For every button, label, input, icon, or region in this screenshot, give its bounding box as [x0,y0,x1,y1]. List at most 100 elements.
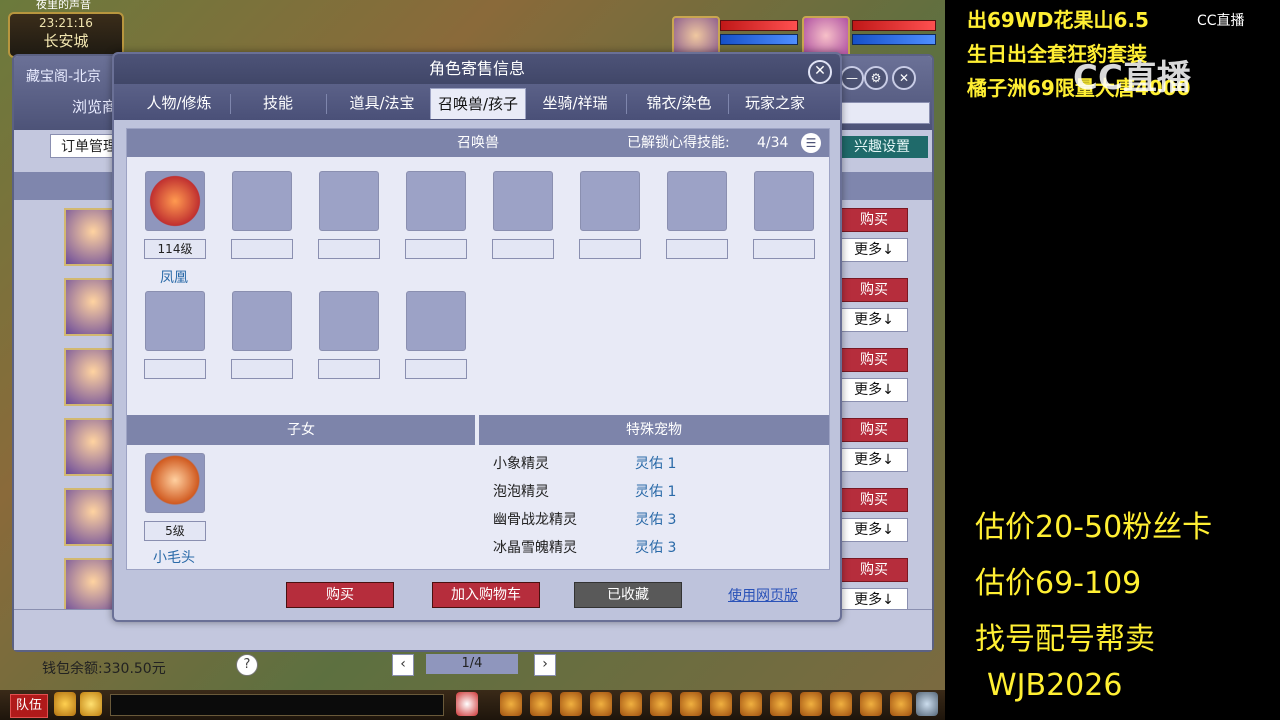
pet-slot-label [231,359,293,379]
row-buy-button[interactable]: 购买 [840,558,908,582]
pet-slot-empty [406,291,466,351]
row-buy-button[interactable]: 购买 [840,488,908,512]
tab-separator [626,94,627,114]
pet-slot-empty [232,171,292,231]
game-taskbar: 队伍 [0,690,945,720]
pet-hp-bar [720,20,798,31]
add-to-cart-button[interactable]: 加入购物车 [432,582,540,608]
guild-icon[interactable] [680,692,702,716]
row-buy-button[interactable]: 购买 [840,278,908,302]
gear-icon[interactable]: ⚙ [864,66,888,90]
child-avatar[interactable] [145,453,205,513]
row-more-button[interactable]: 更多↓ [840,238,908,262]
pet-slot-label [318,359,380,379]
special-pet-name: 泡泡精灵 [493,484,549,500]
gift-icon[interactable] [770,692,792,716]
search-input[interactable] [840,102,930,124]
mail-icon[interactable] [710,692,732,716]
dialog-title: 角色寄售信息 [114,54,840,88]
team-icon[interactable] [590,692,612,716]
pets-header: 召唤兽 已解锁心得技能: 4/34 ☰ [127,129,829,157]
pet-slot-empty [406,171,466,231]
settings-icon[interactable] [916,692,938,716]
tab-separator [728,94,729,114]
unlocked-skills-label: 已解锁心得技能: [627,135,730,151]
clock-city: 长安城 [43,32,89,50]
pet-slot-label [405,359,467,379]
interest-settings-button[interactable]: 兴趣设置 [836,136,928,158]
minimize-icon[interactable]: — [840,66,864,90]
tab-mounts[interactable]: 坐骑/祥瑞 [528,88,622,118]
tab-skills[interactable]: 技能 [238,88,318,118]
game-clock: 23:21:16 长安城 [8,12,124,58]
children-header: 子女 [127,415,475,445]
close-icon[interactable]: ✕ [892,66,916,90]
system-icon[interactable] [890,692,912,716]
tab-pets-children[interactable]: 召唤兽/孩子 [430,88,526,119]
shop-icon[interactable] [740,692,762,716]
pet-slot-label [579,239,641,259]
mascot-icon[interactable] [456,692,478,716]
chat-input[interactable] [110,694,444,716]
pet-name[interactable]: 凤凰 [144,267,204,287]
row-buy-button[interactable]: 购买 [840,418,908,442]
stream-overlay: 出69WD花果山6.5 生日出全套狂豹套装 橘子洲69限量大唐4000 CC直播… [945,0,1280,720]
favorited-button[interactable]: 已收藏 [574,582,682,608]
special-pet-value: 灵佑 3 [635,540,677,556]
bg-window-title: 藏宝阁-北京 [26,69,102,85]
microphone-icon[interactable] [54,692,76,716]
row-more-button[interactable]: 更多↓ [840,378,908,402]
overlay-service-line: 找号配号帮卖 [975,622,1155,657]
pet-slot-phoenix[interactable] [145,171,205,231]
next-page-button[interactable]: › [534,654,556,676]
cc-live-logo: CC直播 [1197,13,1245,29]
row-buy-button[interactable]: 购买 [840,208,908,232]
chat-icon[interactable] [80,692,102,716]
row-buy-button[interactable]: 购买 [840,348,908,372]
player-mp-bar [852,34,936,45]
pet-level: 114级 [144,239,206,259]
pet-slot-empty [580,171,640,231]
tab-items[interactable]: 道具/法宝 [334,88,430,118]
game-viewport: 夜里的声音 23:21:16 长安城 藏宝阁-北京 浏览商 — ⚙ ✕ 订单管理… [0,0,945,720]
tab-outfits[interactable]: 锦衣/染色 [632,88,726,118]
tab-player-home[interactable]: 玩家之家 [732,88,818,118]
pet-slot-label [753,239,815,259]
row-more-button[interactable]: 更多↓ [840,518,908,542]
role-sale-info-dialog: 角色寄售信息 ✕ 人物/修炼 技能 道具/法宝 召唤兽/孩子 坐骑/祥瑞 锦衣/… [112,52,842,622]
row-more-button[interactable]: 更多↓ [840,308,908,332]
help-icon[interactable]: ? [236,654,258,676]
tab-character[interactable]: 人物/修炼 [134,88,224,118]
pet-slot-empty [232,291,292,351]
team-button[interactable]: 队伍 [10,694,48,718]
smile-icon[interactable] [860,692,882,716]
special-pet-value: 灵佑 1 [635,484,677,500]
event-icon[interactable] [800,692,822,716]
pet-slot-label [405,239,467,259]
row-more-button[interactable]: 更多↓ [840,448,908,472]
pet-slot-empty [319,171,379,231]
window-title: 夜里的声音 [36,0,91,10]
player-hp-bar [852,20,936,31]
close-icon[interactable]: ✕ [808,60,832,84]
sword-icon[interactable] [500,692,522,716]
browse-tab[interactable]: 浏览商 [72,96,117,117]
overlay-price-line: 估价20-50粉丝卡 [975,510,1213,545]
use-web-version-link[interactable]: 使用网页版 [728,585,798,605]
child-name[interactable]: 小毛头 [144,547,204,567]
rank-icon[interactable] [830,692,852,716]
list-icon[interactable]: ☰ [801,133,821,153]
special-pets-header: 特殊宠物 [479,415,829,445]
page-indicator: 1/4 [426,654,518,674]
special-pet-value: 灵佑 1 [635,456,677,472]
bag-icon[interactable] [530,692,552,716]
overlay-contact-line: WJB2026 [987,668,1123,703]
tab-bar: 人物/修炼 技能 道具/法宝 召唤兽/孩子 坐骑/祥瑞 锦衣/染色 玩家之家 [114,84,840,120]
friends-icon[interactable] [650,692,672,716]
pet-slot-empty [667,171,727,231]
chest-icon[interactable] [560,692,582,716]
quest-icon[interactable] [620,692,642,716]
prev-page-button[interactable]: ‹ [392,654,414,676]
buy-button[interactable]: 购买 [286,582,394,608]
child-level: 5级 [144,521,206,541]
